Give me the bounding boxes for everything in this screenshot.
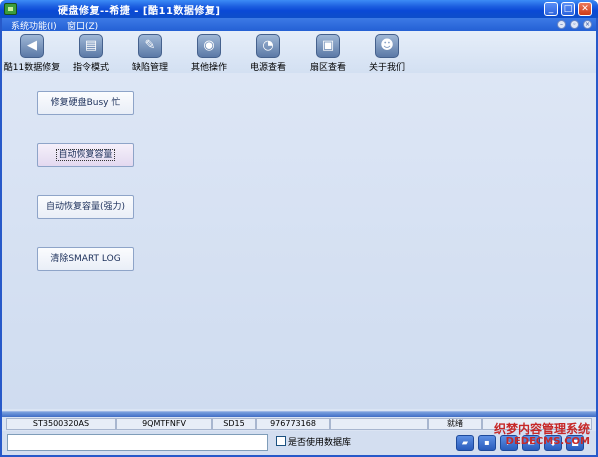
window-title: 硬盘修复--希捷 - [酷11数据修复] <box>58 6 221 17</box>
work-area: 修复硬盘Busy 忙 自动恢复容量 自动恢复容量(强力) 清除SMART LOG <box>2 73 596 409</box>
toolbar-label: 缺陷管理 <box>131 63 168 73</box>
close-button[interactable]: ✕ <box>578 2 592 16</box>
toolbar-label: 其他操作 <box>190 63 227 73</box>
status-firmware: SD15 <box>212 418 256 430</box>
folder-icon[interactable]: ▰ <box>456 435 474 451</box>
title-bar[interactable]: 硬盘修复--希捷 - [酷11数据修复] _ □ ✕ <box>0 0 598 18</box>
app-window: 硬盘修复--希捷 - [酷11数据修复] _ □ ✕ 系统功能(I) 窗口(Z)… <box>0 0 598 457</box>
power-icon: ◔ <box>256 34 280 58</box>
disk-icon: ◉ <box>197 34 221 58</box>
status-empty <box>330 418 428 430</box>
watermark: 织梦内容管理系统 DEDECMS.COM <box>494 422 590 448</box>
toolbar-label: 关于我们 <box>368 63 405 73</box>
auto-restore-capacity-force-button[interactable]: 自动恢复容量(强力) <box>37 195 134 219</box>
toolbar-command-mode[interactable]: ▤ 指令模式 <box>59 34 123 73</box>
status-serial: 9QMTFNFV <box>116 418 212 430</box>
document-icon: ▤ <box>79 34 103 58</box>
repair-busy-button[interactable]: 修复硬盘Busy 忙 <box>37 91 134 115</box>
toolbar-other-operations[interactable]: ◉ 其他操作 <box>177 34 241 73</box>
menu-bar: 系统功能(I) 窗口(Z) – ◦ × <box>2 18 596 32</box>
log-input[interactable] <box>7 434 268 451</box>
toolbar-label: 电源查看 <box>249 63 286 73</box>
button-label: 自动恢复容量 <box>56 149 115 161</box>
toolbar-power-view[interactable]: ◔ 电源查看 <box>236 34 300 73</box>
minimize-button[interactable]: _ <box>544 2 558 16</box>
mdi-minimize-icon[interactable]: – <box>557 20 566 29</box>
back-arrow-icon: ◀ <box>20 34 44 58</box>
use-database-checkbox[interactable] <box>276 436 286 446</box>
toolbar: ◀ 酷11数据修复 ▤ 指令模式 ✎ 缺陷管理 ◉ 其他操作 ◔ 电源查看 ▣ … <box>2 31 596 73</box>
toolbar-data-repair[interactable]: ◀ 酷11数据修复 <box>0 34 64 73</box>
toolbar-sector-view[interactable]: ▣ 扇区查看 <box>296 34 360 73</box>
client-area: ◀ 酷11数据修复 ▤ 指令模式 ✎ 缺陷管理 ◉ 其他操作 ◔ 电源查看 ▣ … <box>2 31 596 455</box>
toolbar-label: 酷11数据修复 <box>3 63 61 73</box>
toolbar-label: 扇区查看 <box>309 63 346 73</box>
wrench-icon: ✎ <box>138 34 162 58</box>
watermark-line1: 织梦内容管理系统 <box>493 422 590 436</box>
app-icon[interactable] <box>4 3 17 15</box>
window-icon: ▣ <box>316 34 340 58</box>
person-icon: ☻ <box>375 34 399 58</box>
auto-restore-capacity-button[interactable]: 自动恢复容量 <box>37 143 134 167</box>
status-capacity: 976773168 <box>256 418 330 430</box>
mdi-restore-icon[interactable]: ◦ <box>570 20 579 29</box>
watermark-line2: DEDECMS.COM <box>505 436 590 447</box>
status-model: ST3500320AS <box>6 418 116 430</box>
maximize-button[interactable]: □ <box>561 2 575 16</box>
toolbar-label: 指令模式 <box>72 63 109 73</box>
clear-smart-log-button[interactable]: 清除SMART LOG <box>37 247 134 271</box>
toolbar-about-us[interactable]: ☻ 关于我们 <box>355 34 419 73</box>
mdi-close-icon[interactable]: × <box>583 20 592 29</box>
status-state: 就绪 <box>428 418 482 430</box>
toolbar-defect-management[interactable]: ✎ 缺陷管理 <box>118 34 182 73</box>
use-database-label: 是否使用数据库 <box>288 438 352 448</box>
